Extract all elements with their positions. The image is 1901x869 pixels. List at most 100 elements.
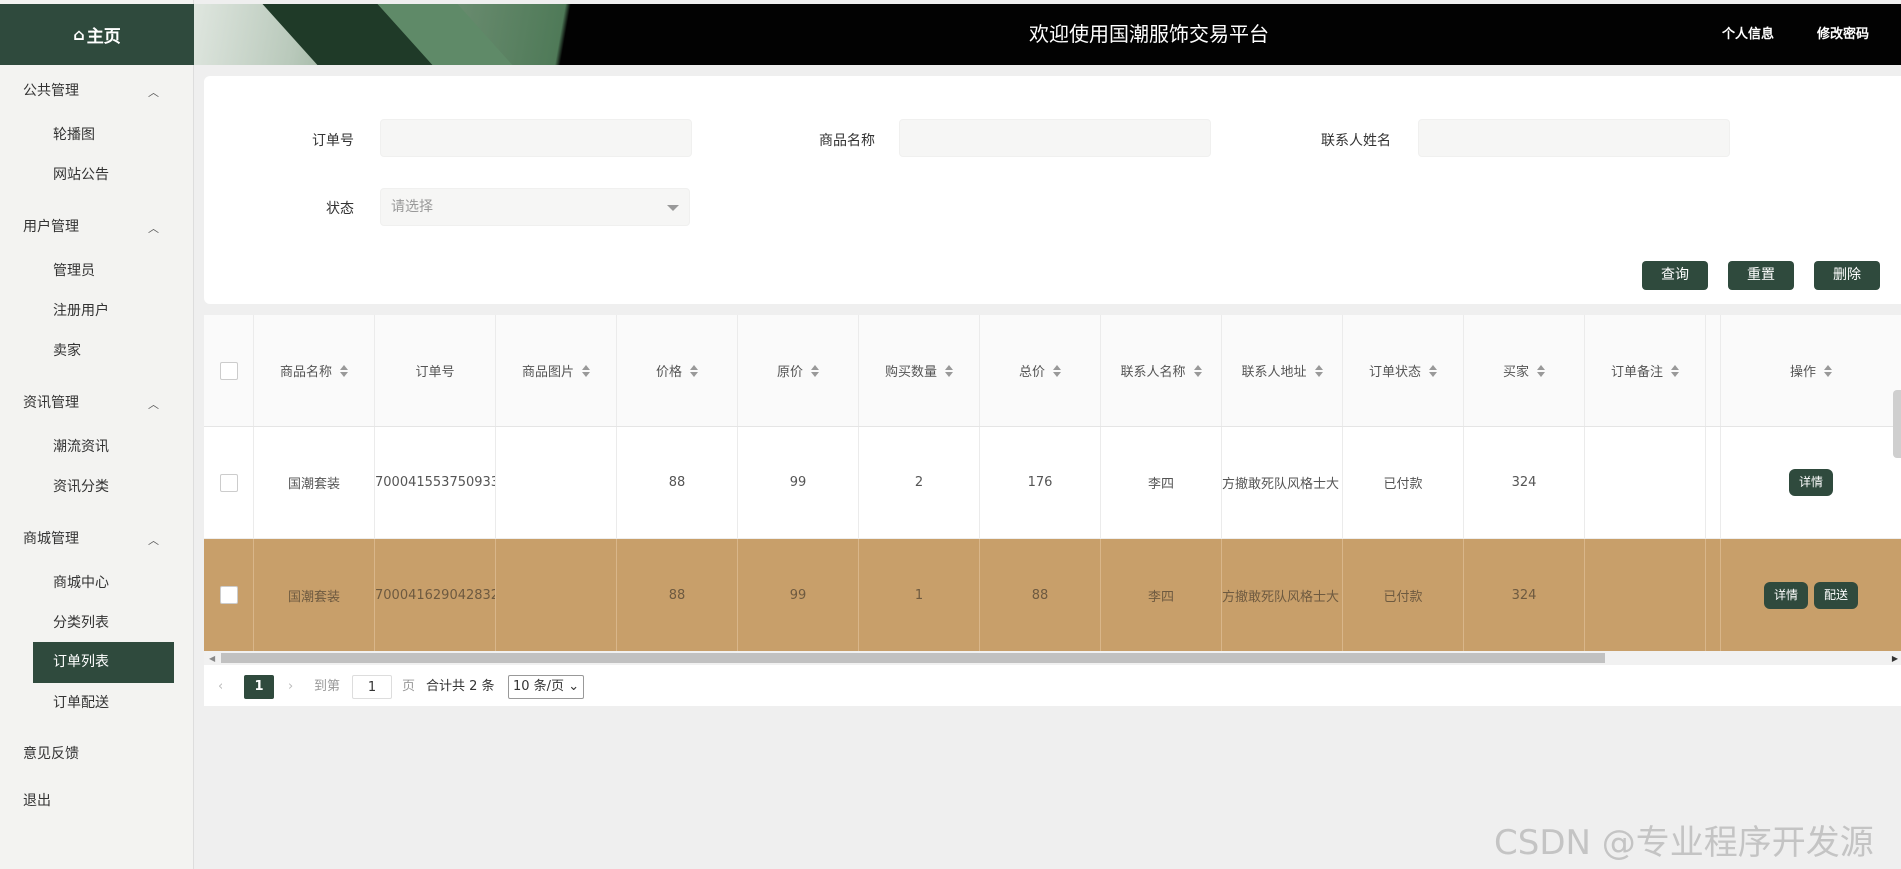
chevron-up-icon[interactable]: ︿ (148, 84, 159, 100)
sidebar-item-sellers[interactable]: 卖家 (53, 340, 81, 360)
cell-address: 方撤敢死队风格士大 (1222, 539, 1343, 651)
query-button[interactable]: 查询 (1642, 261, 1708, 290)
select-all-checkbox[interactable] (219, 361, 238, 380)
sort-icon (690, 364, 698, 378)
status-placeholder: 请选择 (391, 199, 433, 215)
chevron-down-icon (667, 205, 679, 211)
cell-note (1585, 427, 1706, 538)
sort-icon (1671, 364, 1679, 378)
column-header[interactable]: 订单备注 (1585, 315, 1706, 426)
product-name-input[interactable] (899, 119, 1211, 157)
chevron-up-icon[interactable]: ︿ (148, 532, 159, 548)
sidebar-item-category-list[interactable]: 分类列表 (53, 612, 109, 632)
sidebar-item-carousel[interactable]: 轮播图 (53, 124, 95, 144)
cell-orig-price: 99 (738, 427, 859, 538)
scroll-left-icon[interactable]: ◀ (209, 654, 215, 663)
menu-title-users[interactable]: 用户管理 (23, 216, 79, 236)
cell-orig-price: 99 (738, 539, 859, 651)
select-all-cell (204, 315, 254, 426)
product-name-label: 商品名称 (819, 133, 875, 149)
sidebar-item-registered-users[interactable]: 注册用户 (53, 300, 109, 320)
home-link[interactable]: ⌂ 主页 (0, 4, 194, 65)
cell-qty: 2 (859, 427, 980, 538)
row-checkbox[interactable] (219, 586, 238, 604)
cell-buyer: 324 (1464, 539, 1585, 651)
column-header[interactable]: 价格 (617, 315, 738, 426)
cell-contact: 李四 (1101, 427, 1222, 538)
search-panel: 订单号 商品名称 联系人姓名 状态 请选择 查询 重置 删除 (204, 76, 1901, 304)
column-header[interactable]: 总价 (980, 315, 1101, 426)
menu-title-public[interactable]: 公共管理 (23, 80, 79, 100)
sort-icon (340, 364, 348, 378)
status-label: 状态 (326, 201, 354, 217)
cell-contact: 李四 (1101, 539, 1222, 651)
chevron-up-icon[interactable]: ︿ (148, 220, 159, 236)
scroll-right-icon[interactable]: ▶ (1892, 654, 1898, 663)
deliver-button[interactable]: 配送 (1814, 581, 1859, 609)
status-select[interactable]: 请选择 (380, 188, 690, 226)
profile-link[interactable]: 个人信息 (1722, 4, 1774, 65)
column-header[interactable]: 商品图片 (496, 315, 617, 426)
goto-page-input[interactable]: 1 (352, 675, 392, 699)
sidebar-item-trend-news[interactable]: 潮流资讯 (53, 436, 109, 456)
prev-page-icon[interactable]: ‹ (218, 675, 223, 699)
table-row[interactable]: 国潮套装 70004162904283227 88 99 1 88 李四 方撤敢… (204, 539, 1901, 651)
cell-qty: 1 (859, 539, 980, 651)
column-header[interactable]: 商品名称 (254, 315, 375, 426)
header-banner (194, 4, 714, 65)
cell-product: 国潮套装 (254, 539, 375, 651)
cell-actions: 详情 (1721, 427, 1901, 538)
sort-icon (1053, 364, 1061, 378)
cell-status: 已付款 (1343, 427, 1464, 538)
menu-title-news[interactable]: 资讯管理 (23, 392, 79, 412)
sidebar-item-order-list[interactable]: 订单列表 (33, 642, 174, 683)
menu-title-mall[interactable]: 商城管理 (23, 528, 79, 548)
order-no-label: 订单号 (312, 133, 354, 149)
sidebar-item-news-category[interactable]: 资讯分类 (53, 476, 109, 496)
order-no-input[interactable] (380, 119, 692, 157)
column-header[interactable]: 购买数量 (859, 315, 980, 426)
column-header[interactable]: 原价 (738, 315, 859, 426)
cell-buyer: 324 (1464, 427, 1585, 538)
cell-actions: 详情 配送 (1721, 539, 1901, 651)
chevron-up-icon[interactable]: ︿ (148, 396, 159, 412)
column-header[interactable]: 操作 (1721, 315, 1901, 426)
row-checkbox[interactable] (219, 473, 238, 492)
vertical-scroll-handle[interactable] (1893, 390, 1901, 458)
sidebar-item-announcement[interactable]: 网站公告 (53, 164, 109, 184)
sort-icon (1824, 364, 1832, 378)
sort-icon (1537, 364, 1545, 378)
delete-button[interactable]: 删除 (1814, 261, 1880, 290)
detail-button[interactable]: 详情 (1763, 581, 1808, 609)
column-header[interactable]: 联系人地址 (1222, 315, 1343, 426)
sort-icon (945, 364, 953, 378)
sidebar-item-feedback[interactable]: 意见反馈 (23, 743, 79, 763)
contact-name-input[interactable] (1418, 119, 1730, 157)
sidebar-item-mall-center[interactable]: 商城中心 (53, 572, 109, 592)
detail-button[interactable]: 详情 (1788, 469, 1833, 496)
page-size-select[interactable]: 10 条/页 ⌄ (508, 675, 585, 699)
column-header[interactable]: 联系人名称 (1101, 315, 1222, 426)
reset-button[interactable]: 重置 (1728, 261, 1794, 290)
sort-icon (1193, 364, 1202, 378)
sidebar-item-logout[interactable]: 退出 (23, 790, 51, 810)
page-title: 欢迎使用国潮服饰交易平台 (1029, 22, 1269, 46)
sort-icon (582, 364, 590, 378)
next-page-icon[interactable]: › (288, 675, 293, 699)
cell-total: 88 (980, 539, 1101, 651)
horizontal-scrollbar[interactable]: ◀ ▶ (204, 651, 1901, 665)
sidebar-item-admin[interactable]: 管理员 (53, 260, 95, 280)
table-row[interactable]: 国潮套装 70004155375093367 88 99 2 176 李四 方撤… (204, 427, 1901, 539)
home-label: 主页 (86, 27, 121, 47)
sidebar-item-order-delivery[interactable]: 订单配送 (53, 692, 109, 712)
cell-image (496, 539, 617, 651)
change-password-link[interactable]: 修改密码 (1817, 4, 1869, 65)
cell-image (496, 427, 617, 538)
scrollbar-thumb[interactable] (221, 653, 1605, 663)
pagination: ‹ 1 › 到第 1 页 合计共 2 条 10 条/页 ⌄ (204, 665, 1901, 706)
page-number[interactable]: 1 (244, 675, 274, 699)
cell-order-no: 70004162904283227 (375, 539, 496, 651)
column-header[interactable]: 订单状态 (1343, 315, 1464, 426)
sort-icon (1314, 364, 1323, 378)
column-header[interactable]: 买家 (1464, 315, 1585, 426)
